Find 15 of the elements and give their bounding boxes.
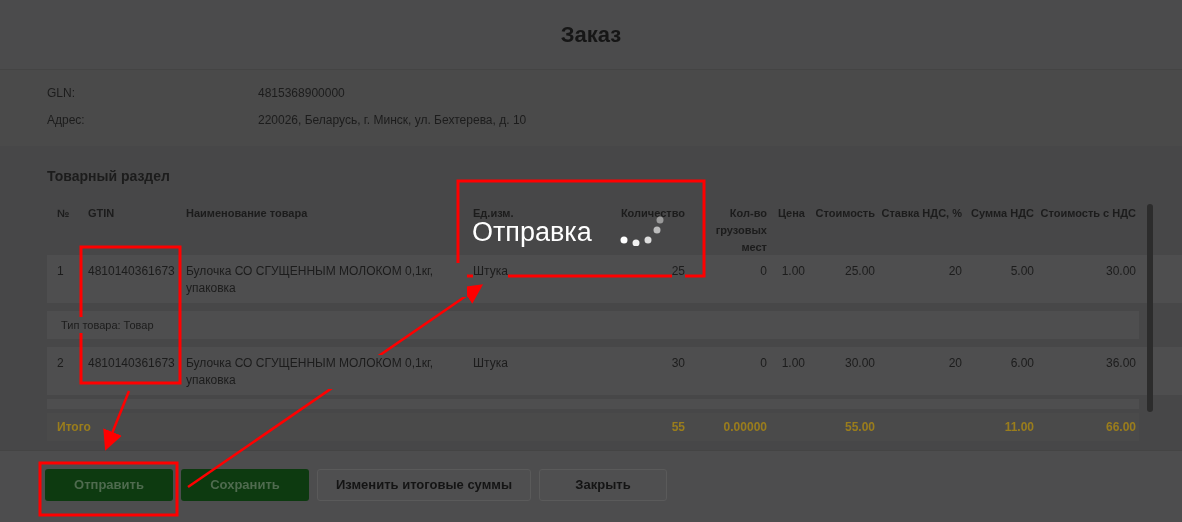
total-cell: 66.00 bbox=[1105, 420, 1136, 434]
total-cell: 0.00000 bbox=[723, 420, 767, 434]
annotation-arrow bbox=[103, 390, 131, 451]
primary-button[interactable]: Сохранить bbox=[181, 468, 309, 501]
secondary-button[interactable]: Закрыть bbox=[539, 468, 667, 501]
total-cell: 55 bbox=[671, 420, 685, 434]
total-cell: Итого bbox=[57, 420, 91, 434]
loading-spinner-icon bbox=[619, 216, 664, 246]
primary-button[interactable]: Отправить bbox=[45, 468, 173, 501]
total-cell: 11.00 bbox=[1004, 420, 1034, 434]
total-cell: 55.00 bbox=[844, 420, 875, 434]
secondary-button[interactable]: Изменить итоговые суммы bbox=[317, 468, 531, 501]
scrollbar[interactable] bbox=[1147, 204, 1153, 412]
column-header: № bbox=[57, 207, 70, 219]
loading-text: Отправка bbox=[472, 219, 592, 246]
